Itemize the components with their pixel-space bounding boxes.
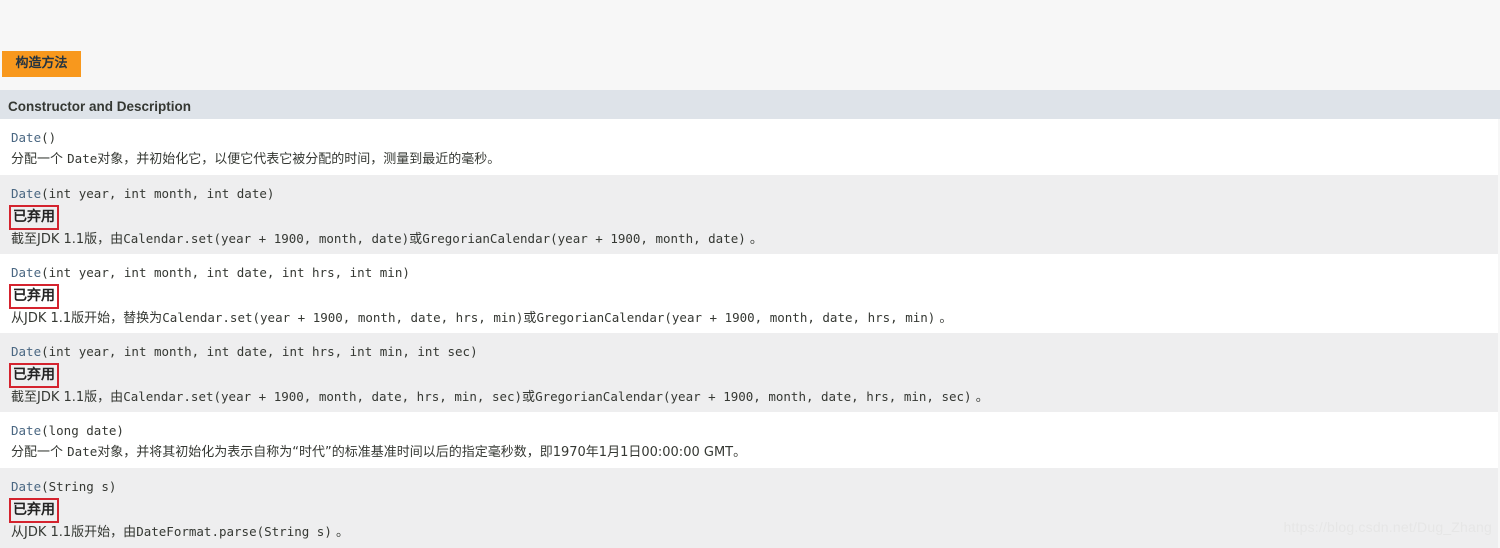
- constructor-link[interactable]: Date: [11, 130, 41, 145]
- table-row: Date(int year, int month, int date, int …: [0, 254, 1498, 333]
- table-header: Constructor and Description: [0, 90, 1500, 119]
- constructor-link[interactable]: Date: [11, 423, 41, 438]
- deprecated-label: 已弃用: [9, 498, 59, 523]
- desc-text: 截至JDK 1.1版，由: [11, 232, 124, 247]
- desc-code: Date: [67, 444, 98, 459]
- desc-text: 分配一个: [11, 152, 68, 167]
- desc-text: 。: [935, 311, 953, 326]
- desc-text: 从JDK 1.1版开始，由: [11, 525, 137, 540]
- constructor-signature: Date(): [11, 128, 1498, 148]
- desc-text: 或: [409, 232, 423, 247]
- constructor-description: 从JDK 1.1版开始，替换为Calendar.set(year + 1900,…: [11, 307, 1498, 329]
- constructor-link[interactable]: Date: [11, 186, 41, 201]
- table-row: Date(int year, int month, int date) 已弃用 …: [0, 175, 1498, 254]
- desc-text: 截至JDK 1.1版，由: [11, 390, 124, 405]
- desc-code: Calendar.set(year + 1900, month, date, h…: [123, 389, 523, 404]
- constructor-params: (int year, int month, int date, int hrs,…: [41, 265, 410, 280]
- desc-text: 从JDK 1.1版开始，替换为: [11, 311, 163, 326]
- desc-text: 。: [745, 232, 763, 247]
- desc-code: Date: [67, 151, 98, 166]
- desc-code: GregorianCalendar(year + 1900, month, da…: [536, 310, 936, 325]
- constructor-table: Date() 分配一个 Date对象，并初始化它，以便它代表它被分配的时间，测量…: [0, 119, 1500, 548]
- table-row: Date(int year, int month, int date, int …: [0, 333, 1498, 412]
- table-row: Date() 分配一个 Date对象，并初始化它，以便它代表它被分配的时间，测量…: [0, 119, 1498, 175]
- constructor-link[interactable]: Date: [11, 265, 41, 280]
- desc-code: Calendar.set(year + 1900, month, date): [123, 231, 410, 246]
- constructor-signature: Date(String s): [11, 477, 1498, 497]
- constructor-params: (String s): [41, 479, 117, 494]
- desc-code: DateFormat.parse(String s): [136, 524, 332, 539]
- constructor-params: (int year, int month, int date, int hrs,…: [41, 344, 478, 359]
- desc-text: 。: [331, 525, 349, 540]
- watermark: https://blog.csdn.net/Dug_Zhang: [1283, 519, 1492, 535]
- constructor-params: (): [41, 130, 57, 145]
- constructor-summary-tab: 构造方法: [2, 51, 81, 77]
- desc-text: 分配一个: [11, 445, 68, 460]
- table-row: Date(long date) 分配一个 Date对象，并将其初始化为表示自称为…: [0, 412, 1498, 468]
- table-row: Date(String s) 已弃用 从JDK 1.1版开始，由DateForm…: [0, 468, 1498, 548]
- constructor-signature: Date(int year, int month, int date, int …: [11, 263, 1498, 283]
- constructor-description: 分配一个 Date对象，并初始化它，以便它代表它被分配的时间，测量到最近的毫秒。: [11, 148, 1498, 170]
- deprecated-label: 已弃用: [9, 284, 59, 309]
- constructor-link[interactable]: Date: [11, 344, 41, 359]
- desc-text: 对象，并初始化它，以便它代表它被分配的时间，测量到最近的毫秒。: [97, 152, 501, 167]
- constructor-params: (long date): [41, 423, 124, 438]
- constructor-signature: Date(int year, int month, int date): [11, 184, 1498, 204]
- constructor-params: (int year, int month, int date): [41, 186, 275, 201]
- deprecated-label: 已弃用: [9, 363, 59, 388]
- desc-code: GregorianCalendar(year + 1900, month, da…: [422, 231, 746, 246]
- deprecated-label: 已弃用: [9, 205, 59, 230]
- constructor-link[interactable]: Date: [11, 479, 41, 494]
- desc-code: Calendar.set(year + 1900, month, date, h…: [162, 310, 524, 325]
- constructor-signature: Date(int year, int month, int date, int …: [11, 342, 1498, 362]
- desc-text: 或: [522, 390, 536, 405]
- desc-code: GregorianCalendar(year + 1900, month, da…: [535, 389, 972, 404]
- constructor-description: 分配一个 Date对象，并将其初始化为表示自称为“时代”的标准基准时间以后的指定…: [11, 441, 1498, 463]
- desc-text: 对象，并将其初始化为表示自称为“时代”的标准基准时间以后的指定毫秒数，即1970…: [97, 445, 747, 460]
- constructor-signature: Date(long date): [11, 421, 1498, 441]
- desc-text: 。: [971, 390, 989, 405]
- constructor-description: 截至JDK 1.1版，由Calendar.set(year + 1900, mo…: [11, 228, 1498, 250]
- constructor-description: 截至JDK 1.1版，由Calendar.set(year + 1900, mo…: [11, 386, 1498, 408]
- desc-text: 或: [523, 311, 537, 326]
- constructor-description: 从JDK 1.1版开始，由DateFormat.parse(String s) …: [11, 521, 1498, 543]
